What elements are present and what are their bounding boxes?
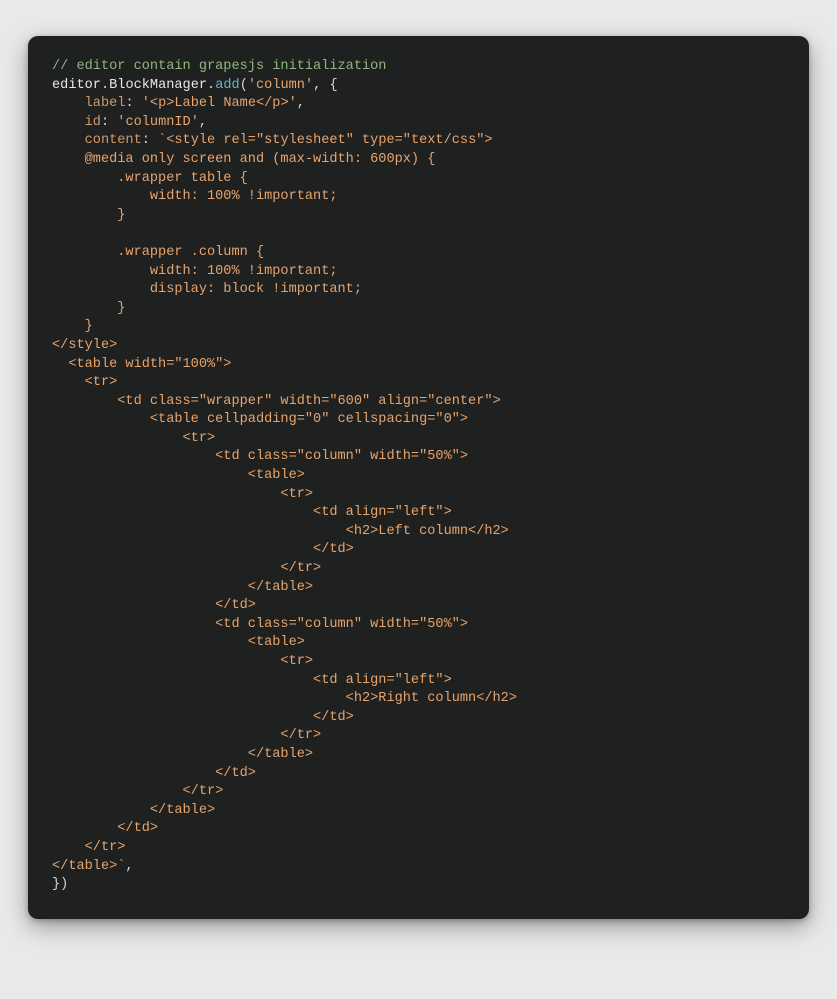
code-string-line: <td align="left"> <box>52 673 452 688</box>
code-punct: : <box>142 133 158 148</box>
code-string-line: </td> <box>52 710 354 725</box>
code-string-line: <table> <box>52 635 305 650</box>
code-string-line: width: 100% !important; <box>52 189 338 204</box>
code-ident: BlockManager <box>109 78 207 93</box>
code-string-line: </tr> <box>52 784 223 799</box>
code-string-line: } <box>52 319 93 334</box>
code-string-line: <tr> <box>52 431 215 446</box>
code-string-line: <tr> <box>52 375 117 390</box>
code-punct: : <box>125 96 141 111</box>
code-string: 'columnID' <box>117 115 199 130</box>
code-string-line: <tr> <box>52 654 313 669</box>
code-string: 'column' <box>248 78 313 93</box>
code-punct: . <box>207 78 215 93</box>
code-string-line: </td> <box>52 821 158 836</box>
code-string-line: </table> <box>52 803 215 818</box>
code-string-line: <td class="column" width="50%"> <box>52 617 468 632</box>
code-comment: // editor contain grapesjs initializatio… <box>52 59 386 74</box>
code-string-line: </td> <box>52 598 256 613</box>
code-string-line: display: block !important; <box>52 282 362 297</box>
code-string-line: width: 100% !important; <box>52 264 338 279</box>
code-string-line: .wrapper table { <box>52 171 248 186</box>
code-string-line: </td> <box>52 542 354 557</box>
code-punct: ( <box>240 78 248 93</box>
code-punct: , <box>199 115 207 130</box>
code-string-line: </tr> <box>52 728 321 743</box>
code-indent <box>52 96 85 111</box>
code-string-line: <table> <box>52 468 305 483</box>
code-key: id <box>85 115 101 130</box>
code-key: content <box>85 133 142 148</box>
code-string-line: </table>` <box>52 859 125 874</box>
code-punct: : <box>101 115 117 130</box>
code-string-line: <table width="100%"> <box>52 357 231 372</box>
code-string-line: </style> <box>52 338 117 353</box>
code-string-line: </tr> <box>52 840 125 855</box>
code-string-line: <h2>Left column</h2> <box>52 524 509 539</box>
code-punct: . <box>101 78 109 93</box>
code-card: // editor contain grapesjs initializatio… <box>28 36 809 919</box>
code-string-line: <table cellpadding="0" cellspacing="0"> <box>52 412 468 427</box>
code-punct: }) <box>52 877 68 892</box>
code-string: `<style rel="stylesheet" type="text/css"… <box>158 133 492 148</box>
code-string-line: </table> <box>52 747 313 762</box>
code-string-line: </td> <box>52 766 256 781</box>
code-string-line: <h2>Right column</h2> <box>52 691 517 706</box>
code-string-line: <tr> <box>52 487 313 502</box>
code-punct: , <box>297 96 305 111</box>
code-string-line: </table> <box>52 580 313 595</box>
code-indent <box>52 133 85 148</box>
code-string-line: } <box>52 301 125 316</box>
code-string-line: <td class="wrapper" width="600" align="c… <box>52 394 501 409</box>
code-ident: editor <box>52 78 101 93</box>
code-string-line: <td align="left"> <box>52 505 452 520</box>
code-string-line: } <box>52 208 125 223</box>
code-block: // editor contain grapesjs initializatio… <box>52 58 785 895</box>
code-string-line: <td class="column" width="50%"> <box>52 449 468 464</box>
code-string-line: @media only screen and (max-width: 600px… <box>52 152 435 167</box>
code-indent <box>52 115 85 130</box>
code-string: '<p>Label Name</p>' <box>142 96 297 111</box>
code-method: add <box>215 78 239 93</box>
code-string-line: </tr> <box>52 561 321 576</box>
code-string-line: .wrapper .column { <box>52 245 264 260</box>
code-punct: , { <box>313 78 337 93</box>
code-punct: , <box>125 859 133 874</box>
code-key: label <box>85 96 126 111</box>
